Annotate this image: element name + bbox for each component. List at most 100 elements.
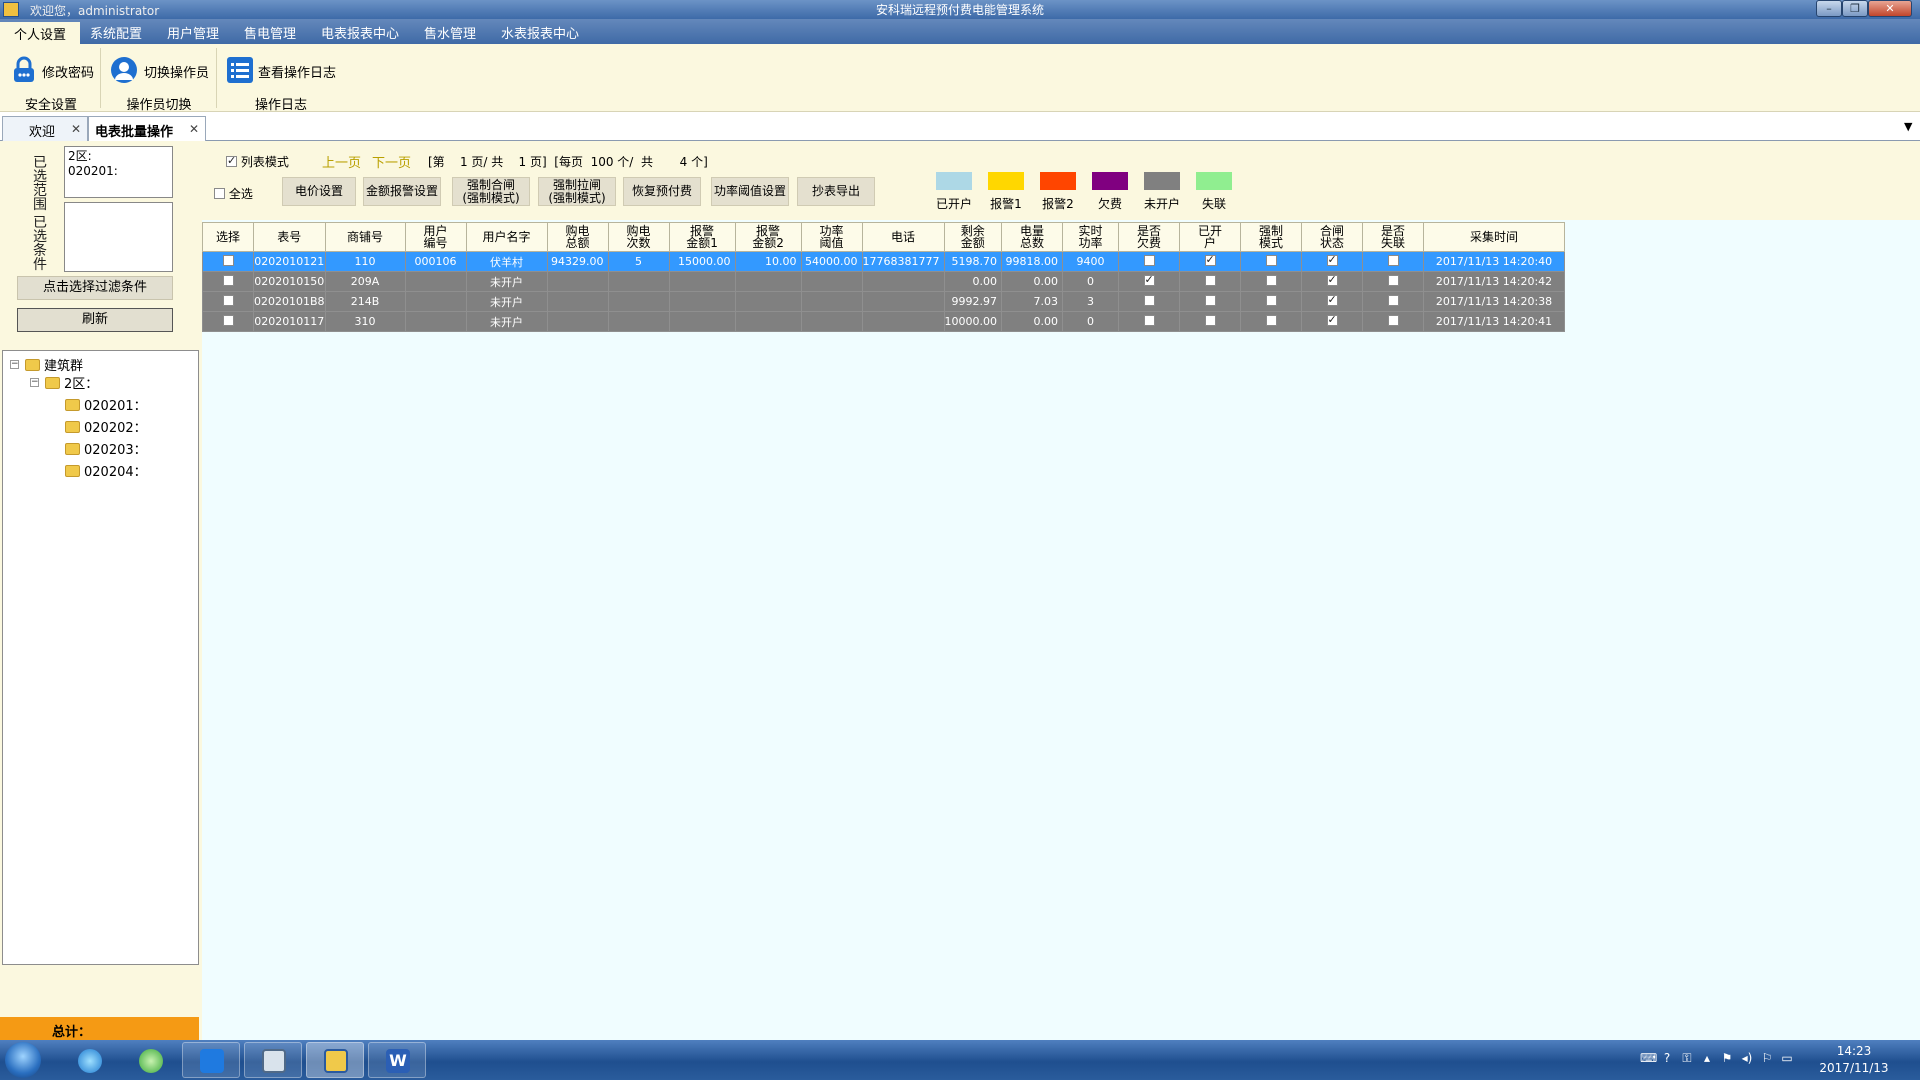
help-icon[interactable]: ?: [1660, 1051, 1674, 1065]
column-header[interactable]: 电话: [861, 222, 945, 252]
network-icon[interactable]: ⚿: [1680, 1051, 1694, 1065]
column-header[interactable]: 是否 欠费: [1118, 222, 1181, 252]
tab-list-dropdown-icon[interactable]: ▼: [1904, 120, 1912, 133]
tree-node-area[interactable]: 2区：: [45, 373, 98, 392]
table-row[interactable]: 02020101B8214B 未开户 9992.977.033 2017/11/13 …: [202, 291, 1566, 312]
row-select-checkbox[interactable]: [222, 295, 234, 306]
column-header[interactable]: 报警 金额2: [734, 222, 802, 252]
table-row[interactable]: 0202010150209A未开户0.000.0002017/11/13 14:…: [202, 271, 1566, 292]
tree-node-item[interactable]: 020203：: [65, 439, 147, 458]
column-header[interactable]: 报警 金额1: [668, 222, 736, 252]
flag-checkbox[interactable]: [1143, 315, 1155, 326]
restore-icon[interactable]: ❐: [1842, 0, 1868, 17]
action-center-icon[interactable]: ⚐: [1760, 1051, 1774, 1065]
row-select-cell[interactable]: [202, 271, 254, 292]
flag-cell[interactable]: [1179, 291, 1242, 312]
column-header[interactable]: 商铺号: [324, 222, 406, 252]
tree-node-item[interactable]: 020201：: [65, 395, 147, 414]
flag-cell[interactable]: [1301, 311, 1364, 332]
flag-cell[interactable]: [1179, 311, 1242, 332]
flag-checkbox[interactable]: [1326, 273, 1338, 286]
flag-checkbox[interactable]: [1265, 275, 1277, 286]
menu-personal-settings[interactable]: 个人设置: [0, 22, 81, 44]
flag-cell[interactable]: [1118, 251, 1181, 272]
select-filter-button[interactable]: 点击选择过滤条件: [17, 276, 173, 300]
flag-cell[interactable]: [1362, 291, 1425, 312]
keyboard-icon[interactable]: ⌨: [1640, 1051, 1657, 1065]
flag-cell[interactable]: [1362, 311, 1425, 332]
windows-start-icon[interactable]: [5, 1042, 41, 1078]
flag-checkbox[interactable]: [1143, 255, 1155, 266]
taskbar-app-browser[interactable]: [121, 1042, 179, 1078]
column-header[interactable]: 购电 次数: [607, 222, 670, 252]
taskbar-app-prepaid-system[interactable]: [306, 1042, 364, 1078]
meter-export-button[interactable]: 抄表导出: [797, 177, 875, 206]
flag-checkbox[interactable]: [1387, 275, 1399, 286]
flag-cell[interactable]: [1301, 291, 1364, 312]
flag-cell[interactable]: [1240, 311, 1303, 332]
flag-cell[interactable]: [1362, 271, 1425, 292]
flag-checkbox[interactable]: [1143, 295, 1155, 306]
column-header[interactable]: 表号: [253, 222, 326, 252]
column-header[interactable]: 剩余 金额: [943, 222, 1003, 252]
flag-cell[interactable]: [1240, 251, 1303, 272]
display-icon[interactable]: ▭: [1780, 1051, 1794, 1065]
menu-user-management[interactable]: 用户管理: [167, 23, 219, 42]
flag-checkbox[interactable]: [1387, 255, 1399, 266]
select-all-toggle[interactable]: 全选: [214, 185, 253, 202]
flag-checkbox[interactable]: [1265, 315, 1277, 326]
row-select-cell[interactable]: [202, 311, 254, 332]
row-select-checkbox[interactable]: [222, 275, 234, 286]
flag-checkbox[interactable]: [1326, 313, 1338, 326]
flag-checkbox[interactable]: [1204, 315, 1216, 326]
power-threshold-button[interactable]: 功率阈值设置: [711, 177, 789, 206]
flag-cell[interactable]: [1240, 291, 1303, 312]
collapse-icon[interactable]: −: [10, 360, 19, 369]
column-header[interactable]: 强制 模式: [1240, 222, 1303, 252]
price-setting-button[interactable]: 电价设置: [282, 177, 356, 206]
flag-checkbox[interactable]: [1265, 255, 1277, 266]
column-header[interactable]: 合闸 状态: [1301, 222, 1364, 252]
column-header[interactable]: 购电 总额: [546, 222, 609, 252]
row-select-cell[interactable]: [202, 251, 254, 272]
flag-cell[interactable]: [1362, 251, 1425, 272]
tab-batch-meter-operation[interactable]: 电表批量操作 ✕: [88, 116, 206, 141]
column-header[interactable]: 选择: [202, 222, 254, 252]
flag-cell[interactable]: [1301, 251, 1364, 272]
column-header[interactable]: 电量 总数: [1001, 222, 1064, 252]
flag-cell[interactable]: [1118, 311, 1181, 332]
flag-checkbox[interactable]: [1204, 275, 1216, 286]
flag-cell[interactable]: [1118, 271, 1181, 292]
flag-cell[interactable]: [1301, 271, 1364, 292]
refresh-button[interactable]: 刷新: [17, 308, 173, 332]
close-icon[interactable]: ✕: [1868, 0, 1912, 17]
row-select-checkbox[interactable]: [222, 315, 234, 326]
menu-system-config[interactable]: 系统配置: [90, 23, 142, 42]
column-header[interactable]: 采集时间: [1423, 222, 1566, 252]
close-tab-icon[interactable]: ✕: [71, 122, 81, 136]
force-close-button[interactable]: 强制合闸 (强制模式): [452, 177, 530, 206]
flag-cell[interactable]: [1118, 291, 1181, 312]
flag-checkbox[interactable]: [1204, 253, 1216, 266]
clock-date[interactable]: 2017/11/13: [1814, 1061, 1894, 1075]
menu-meter-report-center[interactable]: 电表报表中心: [321, 23, 399, 42]
view-operation-log-button[interactable]: 查看操作日志: [226, 52, 336, 88]
column-header[interactable]: 功率 阈值: [800, 222, 863, 252]
change-password-button[interactable]: 修改密码: [10, 52, 96, 88]
collapse-icon[interactable]: −: [30, 378, 39, 387]
flag-checkbox[interactable]: [1387, 315, 1399, 326]
force-open-button[interactable]: 强制拉闸 (强制模式): [538, 177, 616, 206]
tree-node-item[interactable]: 020204：: [65, 461, 147, 480]
flag-icon[interactable]: ⚑: [1720, 1051, 1734, 1065]
flag-checkbox[interactable]: [1265, 295, 1277, 306]
minimize-icon[interactable]: –: [1816, 0, 1842, 17]
menu-water-sales[interactable]: 售水管理: [424, 23, 476, 42]
flag-checkbox[interactable]: [1326, 293, 1338, 306]
switch-operator-button[interactable]: 切换操作员: [110, 52, 210, 88]
show-hidden-icon[interactable]: ▴: [1700, 1051, 1714, 1065]
amount-alarm-setting-button[interactable]: 金额报警设置: [363, 177, 441, 206]
taskbar-app-ie[interactable]: [60, 1042, 118, 1078]
table-row[interactable]: 0202010121 110 000106 伏羊村 94329.00 5 15000.00 1…: [202, 251, 1566, 272]
clock-time[interactable]: 14:23: [1824, 1044, 1884, 1058]
column-header[interactable]: 用户 编号: [404, 222, 467, 252]
